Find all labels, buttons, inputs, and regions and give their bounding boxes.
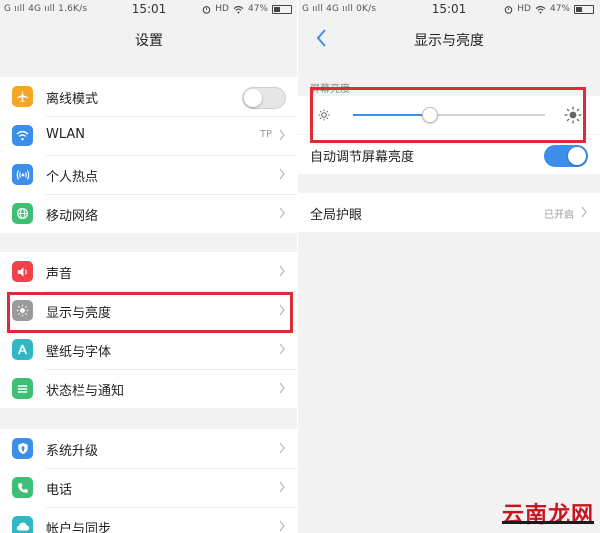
list-icon xyxy=(12,378,33,399)
chevron-right-icon xyxy=(279,481,285,493)
chevron-right-icon xyxy=(279,343,285,355)
settings-item-wlan[interactable]: WLAN TP xyxy=(0,116,298,155)
settings-screen: G ııll 4G ııll 1.6K/s 15:01 HD 47% 设置 离线… xyxy=(0,0,298,533)
watermark-logo: 云南龙网 xyxy=(501,502,594,528)
chevron-right-icon xyxy=(279,265,285,277)
eye-care-status: 已开启 xyxy=(544,210,574,221)
sun-small-icon xyxy=(318,109,330,121)
item-label: 帐户与同步 xyxy=(46,522,112,533)
brightness-section-label: 屏幕亮度 xyxy=(310,84,350,95)
chevron-right-icon xyxy=(581,206,587,218)
item-label: 壁纸与字体 xyxy=(46,345,112,360)
chevron-right-icon xyxy=(279,520,285,532)
display-brightness-screen: G ııll 4G ııll 0K/s 15:01 HD 47% 显示与亮度 屏… xyxy=(298,0,600,533)
network-group: 离线模式 WLAN TP 个人热点 移动网络 xyxy=(0,77,298,233)
settings-item-wallpaper-font[interactable]: 壁纸与字体 xyxy=(0,330,298,369)
wifi-icon xyxy=(12,125,33,146)
settings-item-accounts-sync[interactable]: 帐户与同步 xyxy=(0,507,298,533)
eye-care-group: 全局护眼 已开启 xyxy=(298,193,600,232)
cloud-icon xyxy=(12,516,33,533)
eye-care-row[interactable]: 全局护眼 已开启 xyxy=(298,193,600,232)
settings-item-system-upgrade[interactable]: 系统升级 xyxy=(0,429,298,468)
battery-fill xyxy=(576,6,583,12)
header: 显示与亮度 xyxy=(298,20,600,58)
settings-item-statusbar-notifications[interactable]: 状态栏与通知 xyxy=(0,369,298,408)
brightness-slider[interactable] xyxy=(353,107,545,123)
brightness-slider-thumb[interactable] xyxy=(421,107,438,123)
settings-item-hotspot[interactable]: 个人热点 xyxy=(0,155,298,194)
chevron-right-icon xyxy=(279,129,285,141)
battery-percent: 47% xyxy=(549,4,570,14)
eye-care-label: 全局护眼 xyxy=(310,208,363,223)
brush-icon xyxy=(12,339,33,360)
settings-item-mobile-network[interactable]: 移动网络 xyxy=(0,194,298,233)
item-label: 移动网络 xyxy=(46,209,99,224)
item-label: 声音 xyxy=(46,267,73,282)
item-label: 显示与亮度 xyxy=(46,306,112,321)
device-group: 声音 显示与亮度 壁纸与字体 状态栏与通知 xyxy=(0,252,298,408)
chevron-right-icon xyxy=(279,207,285,219)
airplane-mode-toggle[interactable] xyxy=(242,87,286,109)
alarm-icon xyxy=(203,5,211,14)
status-bar: G ııll 4G ııll 0K/s 15:01 HD 47% xyxy=(298,0,600,20)
chevron-right-icon xyxy=(279,304,285,316)
chevron-right-icon xyxy=(279,442,285,454)
alarm-icon xyxy=(505,5,513,14)
status-bar: G ııll 4G ııll 1.6K/s 15:01 HD 47% xyxy=(0,0,298,20)
phone-icon xyxy=(12,477,33,498)
brightness-icon xyxy=(12,300,33,321)
brightness-slider-fill xyxy=(353,114,430,116)
chevron-right-icon xyxy=(279,168,285,180)
wifi-status-icon xyxy=(233,5,244,13)
page-title: 显示与亮度 xyxy=(414,33,484,49)
auto-brightness-group: 自动调节屏幕亮度 xyxy=(298,135,600,174)
item-label: 系统升级 xyxy=(46,444,99,459)
battery-icon xyxy=(574,4,594,14)
brightness-slider-row xyxy=(298,96,600,134)
hd-indicator: HD xyxy=(215,4,229,14)
hotspot-icon xyxy=(12,164,33,185)
upgrade-icon xyxy=(12,438,33,459)
hd-indicator: HD xyxy=(517,4,531,14)
system-group: 系统升级 电话 帐户与同步 xyxy=(0,429,298,533)
wlan-network-name: TP xyxy=(259,129,272,140)
battery-fill xyxy=(274,6,281,12)
airplane-icon xyxy=(12,86,33,107)
sun-large-icon xyxy=(564,106,582,124)
item-label: 电话 xyxy=(46,483,73,498)
settings-item-display-brightness[interactable]: 显示与亮度 xyxy=(0,291,298,330)
header: 设置 xyxy=(0,20,298,58)
wifi-status-icon xyxy=(535,5,546,13)
item-label: 离线模式 xyxy=(46,92,99,107)
item-label: 个人热点 xyxy=(46,170,99,185)
battery-percent: 47% xyxy=(247,4,268,14)
item-label: 状态栏与通知 xyxy=(46,384,125,399)
auto-brightness-toggle[interactable] xyxy=(544,145,588,167)
settings-item-airplane[interactable]: 离线模式 xyxy=(0,77,298,116)
speaker-icon xyxy=(12,261,33,282)
auto-brightness-label: 自动调节屏幕亮度 xyxy=(310,150,415,165)
chevron-right-icon xyxy=(279,382,285,394)
item-label: WLAN xyxy=(46,127,86,142)
settings-item-phone[interactable]: 电话 xyxy=(0,468,298,507)
globe-icon xyxy=(12,203,33,224)
battery-icon xyxy=(272,4,292,14)
page-title: 设置 xyxy=(135,33,163,49)
settings-item-sound[interactable]: 声音 xyxy=(0,252,298,291)
auto-brightness-row: 自动调节屏幕亮度 xyxy=(298,135,600,174)
